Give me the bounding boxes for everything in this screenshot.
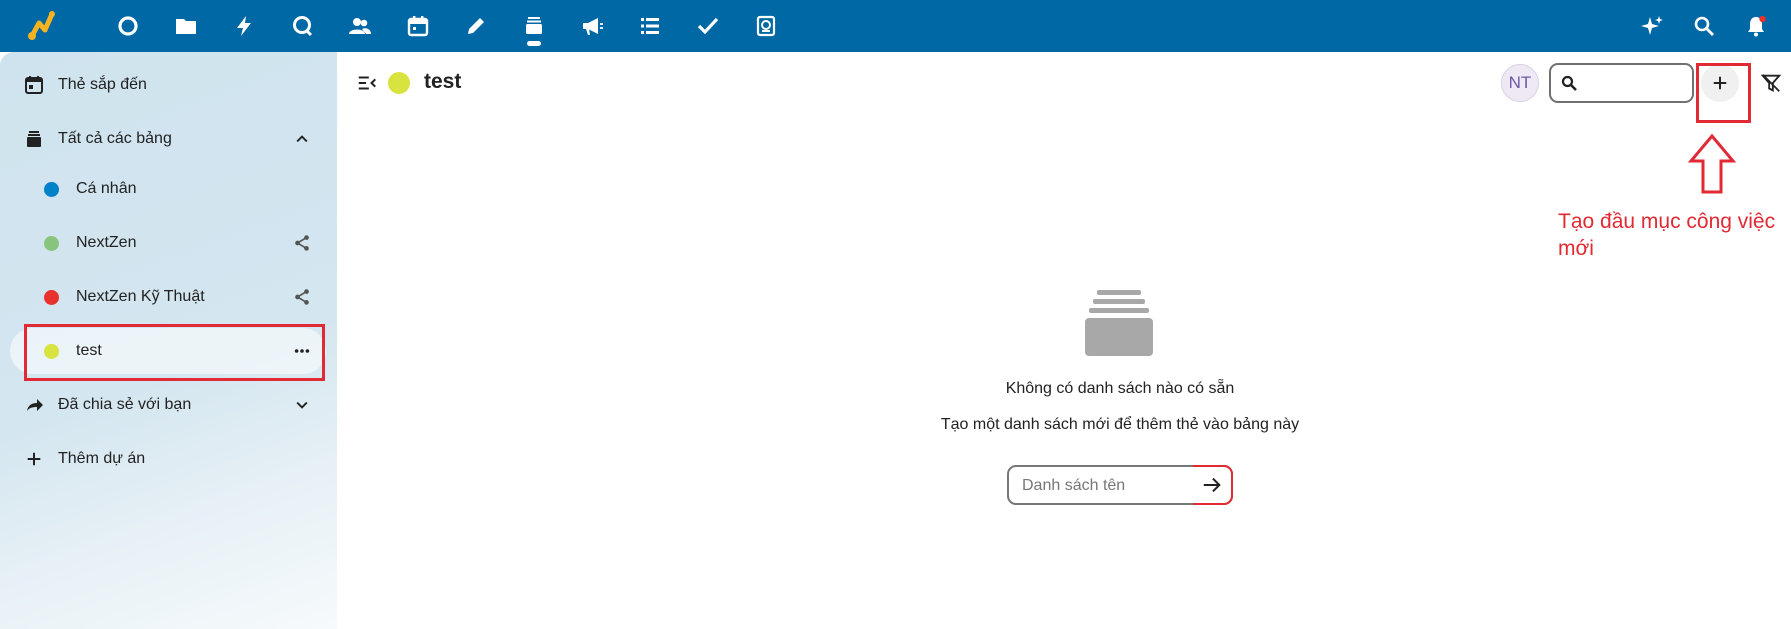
page-title: test: [424, 70, 462, 93]
files-icon[interactable]: [166, 6, 206, 46]
filter-off-icon[interactable]: [1758, 70, 1784, 96]
sidebar-item-label: Thẻ sắp đến: [58, 76, 147, 93]
assistant-sparkle-icon[interactable]: [1632, 6, 1672, 46]
list-icon[interactable]: [630, 6, 670, 46]
share-icon[interactable]: [292, 233, 312, 253]
deck-icon[interactable]: [514, 6, 554, 46]
annotation-text: Tạo đầu mục công việc mới: [1558, 210, 1776, 260]
top-app-bar: [0, 0, 1791, 52]
empty-state-title: Không có danh sách nào có sẵn: [1005, 380, 1235, 397]
search-field[interactable]: [1549, 63, 1694, 103]
share-arrow-icon: [24, 395, 44, 415]
list-name-input[interactable]: [1022, 475, 1182, 497]
deck-empty-icon: [1085, 290, 1153, 356]
sidebar-item-label: Thêm dự án: [58, 450, 146, 467]
calendar-icon[interactable]: [398, 6, 438, 46]
highlight-box-selected-board: [24, 324, 325, 381]
highlight-box-add-button: [1696, 63, 1751, 123]
deck-icon: [24, 129, 44, 149]
dashboard-icon[interactable]: [108, 6, 148, 46]
annotation-up-arrow-icon: [1688, 133, 1736, 194]
sidebar-item-all-boards[interactable]: Tất cả các bảng: [10, 116, 326, 162]
talk-icon[interactable]: [282, 6, 322, 46]
arrow-right-icon: [1203, 477, 1221, 493]
submit-list-button[interactable]: [1193, 465, 1233, 505]
notes-icon[interactable]: [456, 6, 496, 46]
contacts-icon[interactable]: [340, 6, 380, 46]
search-input[interactable]: [1585, 71, 1685, 95]
app-logo[interactable]: [22, 6, 62, 46]
board-color-dot: [44, 181, 59, 197]
notifications-bell-icon[interactable]: [1736, 6, 1776, 46]
sidebar-item-label: Cá nhân: [76, 180, 137, 197]
sidebar-item-label: Tất cả các bảng: [58, 130, 172, 147]
sidebar-item-add-project[interactable]: Thêm dự án: [10, 436, 326, 482]
search-icon: [1561, 75, 1577, 91]
sidebar-item-label: Đã chia sẻ với bạn: [58, 396, 192, 413]
empty-state-description: Tạo một danh sách mới để thêm thẻ vào bả…: [940, 416, 1300, 433]
sidebar-item-label: NextZen: [76, 234, 137, 251]
sidebar-item-label: NextZen Kỹ Thuật: [76, 288, 205, 305]
activity-icon[interactable]: [224, 6, 264, 46]
sidebar-item-board-nextzen-ky-thuat[interactable]: NextZen Kỹ Thuật: [10, 274, 326, 320]
board-color-dot: [388, 72, 410, 94]
new-list-form: [1007, 465, 1233, 505]
board-color-dot: [44, 289, 59, 305]
tasks-icon[interactable]: [688, 6, 728, 46]
announcements-icon[interactable]: [572, 6, 612, 46]
chevron-down-icon[interactable]: [292, 395, 312, 415]
share-icon[interactable]: [292, 287, 312, 307]
sidebar-item-board-nextzen[interactable]: NextZen: [10, 220, 326, 266]
forms-icon[interactable]: [746, 6, 786, 46]
avatar[interactable]: NT: [1501, 64, 1539, 102]
search-icon[interactable]: [1684, 6, 1724, 46]
sidebar-item-upcoming[interactable]: Thẻ sắp đến: [10, 62, 326, 108]
sidebar-item-shared-with-you[interactable]: Đã chia sẻ với bạn: [10, 382, 326, 428]
board-color-dot: [44, 235, 59, 251]
toggle-sidebar-icon[interactable]: [354, 70, 380, 96]
calendar-icon: [24, 75, 44, 95]
sidebar-item-board-ca-nhan[interactable]: Cá nhân: [10, 166, 326, 212]
chevron-up-icon[interactable]: [292, 129, 312, 149]
plus-icon: [24, 449, 44, 469]
